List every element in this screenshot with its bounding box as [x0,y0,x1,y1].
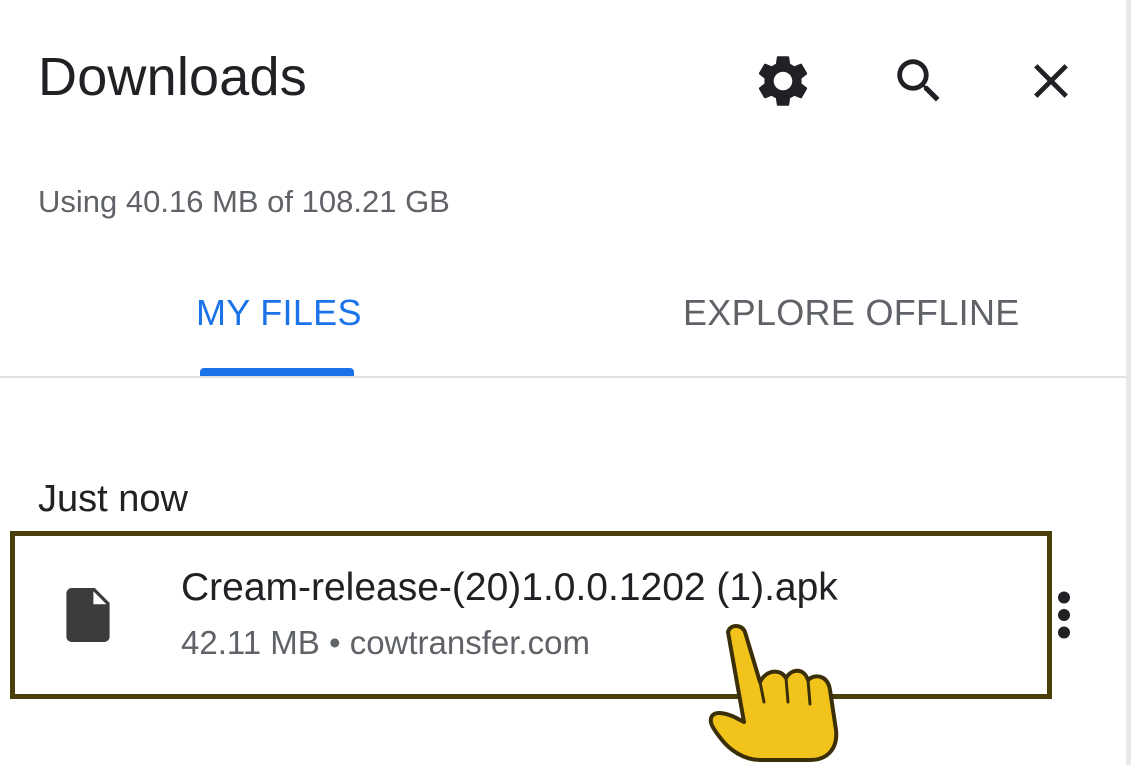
close-icon [1034,64,1068,98]
download-file-meta: 42.11 MB • cowtransfer.com [181,624,590,661]
tab-explore-offline[interactable]: EXPLORE OFFLINE [683,290,1020,336]
tab-my-files[interactable]: MY FILES [196,290,362,336]
gear-icon [758,56,808,106]
download-item-highlight[interactable] [10,531,1052,699]
close-button[interactable] [1016,46,1086,116]
downloads-page: Downloads Using 40.16 MB of 108.21 GB MY… [0,0,1131,765]
storage-usage-text: Using 40.16 MB of 108.21 GB [38,184,450,219]
tab-selected-indicator [200,368,354,376]
scroll-edge [1126,0,1131,765]
download-file-name[interactable]: Cream-release-(20)1.0.0.1202 (1).apk [181,564,838,612]
search-icon [897,59,940,102]
more-options-button[interactable] [1046,588,1082,642]
search-button[interactable] [884,46,954,116]
tabs-divider [0,376,1126,378]
settings-button[interactable] [748,46,818,116]
page-title: Downloads [38,47,307,107]
section-header-just-now: Just now [38,478,188,520]
more-vert-icon [1058,591,1070,639]
file-icon [66,588,110,642]
pointing-hand-icon [708,624,839,762]
